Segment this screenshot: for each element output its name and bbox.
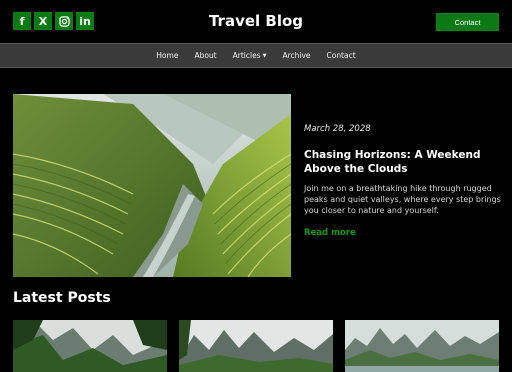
post-card-thumbnail[interactable] [345,320,499,372]
chevron-down-icon: ▼ [262,52,267,59]
hero-image[interactable] [13,94,291,277]
post-card-thumbnail[interactable] [13,320,167,372]
nav-item-home[interactable]: Home [148,51,186,60]
main-nav: Home About Articles ▼ Archive Contact [0,43,512,68]
contact-button[interactable]: Contact [436,13,499,31]
mountain-ridge-image [179,320,333,372]
nav-item-contact[interactable]: Contact [319,51,364,60]
top-header: f X in Travel Blog Contact [0,0,512,43]
nav-item-about[interactable]: About [186,51,224,60]
forest-cliffs-image [13,320,167,372]
read-more-link[interactable]: Read more [304,228,502,238]
post-title[interactable]: Chasing Horizons: A Weekend Above the Cl… [304,149,502,176]
nav-item-articles[interactable]: Articles ▼ [225,51,275,60]
post-card-thumbnail[interactable] [179,320,333,372]
nav-item-articles-label: Articles [232,51,261,60]
nav-item-archive[interactable]: Archive [274,51,318,60]
post-date: March 28, 2028 [304,124,371,134]
hero-content: March 28, 2028 Chasing Horizons: A Weeke… [304,124,502,238]
terraced-valley-image [13,94,291,277]
karst-bay-image [345,320,499,372]
latest-posts-heading: Latest Posts [13,290,111,306]
post-excerpt: Join me on a breathtaking hike through r… [304,184,501,215]
